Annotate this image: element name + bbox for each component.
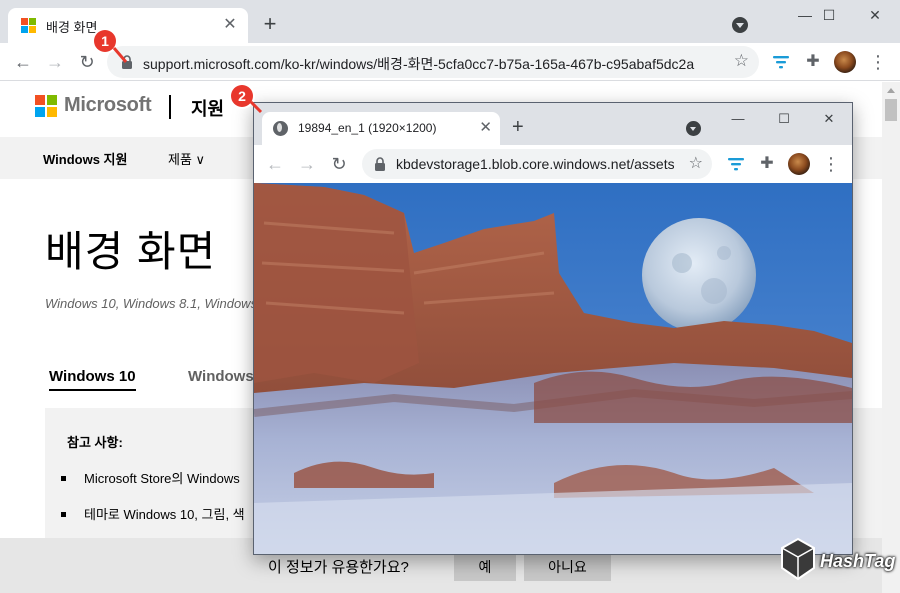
watermark-text: HashTag [820, 551, 896, 571]
page-title: 배경 화면 [45, 228, 217, 275]
profile-avatar[interactable] [834, 51, 856, 73]
new-tab-button[interactable]: + [258, 12, 282, 36]
feedback-yes-button[interactable]: 예 [454, 553, 516, 581]
popup-kebab-menu-icon[interactable]: ⋮ [822, 154, 840, 174]
bullet-icon [61, 512, 66, 518]
callout-arrow-2-icon [249, 100, 263, 114]
scroll-thumb[interactable] [885, 99, 897, 121]
tab-search-icon[interactable] [732, 17, 748, 33]
desert-moon-landscape-image [254, 183, 852, 554]
bookmark-star-icon[interactable]: ☆ [734, 51, 749, 71]
popup-tab-strip: 19894_en_1 (1920×1200) ✕ + — ☐ ✕ [254, 103, 852, 145]
popup-address-bar[interactable]: kbdevstorage1.blob.core.windows.net/asse… [362, 149, 712, 179]
address-url[interactable]: support.microsoft.com/ko-kr/windows/배경-화… [143, 54, 717, 74]
brand-name[interactable]: Microsoft [64, 94, 152, 117]
back-arrow-icon[interactable]: ← [10, 49, 36, 75]
globe-icon [273, 121, 288, 136]
reload-icon[interactable]: ↻ [74, 49, 100, 75]
browser-toolbar: ← → ↻ support.microsoft.com/ko-kr/window… [0, 43, 900, 81]
tab-windows-10[interactable]: Windows 10 [49, 368, 136, 391]
popup-minimize-button[interactable]: — [718, 107, 758, 131]
popup-tab-close-icon[interactable]: ✕ [479, 118, 492, 136]
applies-to: Windows 10, Windows 8.1, Windows [45, 296, 258, 311]
microsoft-favicon-icon [21, 18, 37, 34]
tab-windows[interactable]: Windows [188, 368, 254, 385]
popup-filter-extension-icon[interactable] [726, 154, 746, 174]
popup-toolbar: ← → ↻ kbdevstorage1.blob.core.windows.ne… [254, 145, 852, 183]
callout-arrow-1-icon [112, 47, 128, 63]
popup-forward-arrow-icon[interactable]: → [294, 151, 320, 177]
popup-address-url[interactable]: kbdevstorage1.blob.core.windows.net/asse… [396, 156, 674, 172]
scroll-up-arrow-icon[interactable] [887, 88, 895, 93]
bullet-icon [61, 476, 66, 482]
windows-support-link[interactable]: Windows 지원 [43, 149, 127, 168]
hashtag-cube-icon [781, 537, 815, 581]
popup-maximize-button[interactable]: ☐ [764, 107, 804, 131]
hashtag-watermark: HashTag [780, 537, 895, 586]
list-item: Microsoft Store의 Windows [61, 468, 240, 487]
kebab-menu-icon[interactable]: ⋮ [869, 52, 887, 72]
wallpaper-image [254, 183, 852, 554]
note-heading: 참고 사항: [67, 435, 123, 450]
support-link[interactable]: 지원 [191, 95, 224, 121]
popup-close-button[interactable]: ✕ [809, 107, 849, 131]
browser-tab-title: 배경 화면 [46, 20, 98, 35]
microsoft-logo-icon[interactable] [35, 95, 57, 117]
address-bar[interactable]: support.microsoft.com/ko-kr/windows/배경-화… [107, 46, 759, 78]
popup-back-arrow-icon[interactable]: ← [262, 151, 288, 177]
extensions-puzzle-icon[interactable]: ✚ [803, 52, 823, 72]
maximize-button[interactable]: ☐ [806, 0, 852, 30]
feedback-no-button[interactable]: 아니요 [524, 553, 611, 581]
popup-bookmark-star-icon[interactable]: ☆ [689, 153, 703, 173]
list-item-text: Microsoft Store의 Windows [84, 471, 240, 486]
tab-close-icon[interactable]: ✕ [220, 15, 240, 35]
popup-extensions-puzzle-icon[interactable]: ✚ [757, 154, 777, 174]
browser-tab-strip: 배경 화면 ✕ + — ☐ ✕ [0, 0, 900, 43]
list-item: 테마로 Windows 10, 그림, 색 [61, 504, 245, 523]
products-menu[interactable]: 제품 ∨ [168, 149, 205, 168]
feedback-question: 이 정보가 유용한가요? [268, 559, 409, 576]
vertical-scrollbar[interactable] [882, 82, 900, 593]
image-popup-window: 19894_en_1 (1920×1200) ✕ + — ☐ ✕ ← → ↻ k… [253, 102, 853, 555]
popup-reload-icon[interactable]: ↻ [326, 151, 352, 177]
filter-extension-icon[interactable] [771, 52, 791, 72]
forward-arrow-icon[interactable]: → [42, 49, 68, 75]
browser-tab[interactable]: 배경 화면 ✕ [8, 8, 248, 43]
popup-new-tab-button[interactable]: + [512, 116, 524, 139]
close-window-button[interactable]: ✕ [852, 0, 898, 30]
popup-tab-title: 19894_en_1 (1920×1200) [298, 121, 437, 135]
popup-tab[interactable]: 19894_en_1 (1920×1200) ✕ [262, 112, 500, 145]
popup-lock-icon [375, 157, 385, 171]
list-item-text: 테마로 Windows 10, 그림, 색 [84, 507, 245, 522]
popup-tab-search-icon[interactable] [686, 121, 701, 136]
popup-profile-avatar[interactable] [788, 153, 810, 175]
header-divider [169, 95, 171, 119]
